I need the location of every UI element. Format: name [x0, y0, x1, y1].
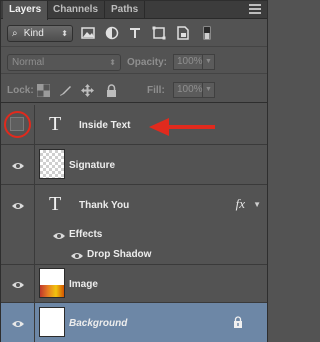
- fill-dropdown-icon[interactable]: ▼: [203, 82, 215, 98]
- visibility-column: [1, 185, 35, 225]
- collapse-effects-icon[interactable]: ▼: [253, 200, 261, 209]
- visibility-column: [1, 225, 35, 245]
- tab-layers[interactable]: Layers: [3, 1, 49, 20]
- layer-row-thank-you[interactable]: T Thank You fx ▼: [1, 185, 267, 225]
- image-filter-icon[interactable]: [81, 26, 95, 40]
- layer-name[interactable]: Signature: [69, 160, 115, 171]
- search-icon: ⌕: [12, 28, 18, 39]
- layer-name[interactable]: Inside Text: [79, 120, 131, 131]
- tab-channels[interactable]: Channels: [47, 1, 106, 19]
- lock-all-icon[interactable]: [105, 84, 118, 97]
- layer-name[interactable]: Thank You: [79, 200, 129, 211]
- eye-icon[interactable]: [12, 201, 24, 209]
- opacity-label: Opacity:: [127, 57, 168, 68]
- fill-label: Fill:: [147, 85, 165, 96]
- eye-icon[interactable]: [12, 161, 24, 169]
- visibility-column: [1, 303, 35, 342]
- effect-name: Drop Shadow: [87, 249, 152, 260]
- eye-icon[interactable]: [12, 319, 24, 327]
- layer-row-image[interactable]: Image: [1, 265, 267, 303]
- blend-row: Normal ⬍ Opacity: 100% ▼: [1, 50, 267, 74]
- eye-icon[interactable]: [12, 280, 24, 288]
- tab-paths[interactable]: Paths: [105, 1, 146, 19]
- layer-thumbnail: [39, 307, 65, 337]
- filter-toggle-icon[interactable]: [203, 26, 211, 40]
- filter-row: ⌕ Kind ⬍: [1, 21, 267, 47]
- blend-mode-select[interactable]: Normal ⬍: [7, 54, 121, 71]
- lock-row: Lock: Fill: 100% ▼: [1, 77, 267, 103]
- lock-label: Lock:: [7, 85, 34, 96]
- lock-position-icon[interactable]: [81, 84, 94, 97]
- type-filter-icon[interactable]: [128, 26, 142, 40]
- layer-row-signature[interactable]: Signature: [1, 145, 267, 185]
- opacity-input[interactable]: 100%: [173, 54, 203, 70]
- adjustment-filter-icon[interactable]: [105, 26, 119, 40]
- layers-panel: Layers Channels Paths ⌕ Kind ⬍ Normal ⬍ …: [0, 0, 268, 342]
- opacity-dropdown-icon[interactable]: ▼: [203, 54, 215, 70]
- effects-label: Effects: [69, 229, 103, 240]
- filter-kind-label: Kind: [23, 28, 44, 39]
- filter-kind-select[interactable]: ⌕ Kind ⬍: [7, 25, 73, 42]
- fx-icon[interactable]: fx: [236, 196, 245, 212]
- panel-tab-bar: Layers Channels Paths: [1, 1, 267, 20]
- layer-row-inside-text[interactable]: T Inside Text: [1, 105, 267, 145]
- blend-mode-value: Normal: [12, 57, 45, 68]
- layer-thumbnail: [39, 149, 65, 179]
- layer-thumbnail: [39, 268, 65, 298]
- layer-name[interactable]: Background: [69, 318, 127, 329]
- fill-input[interactable]: 100%: [173, 82, 203, 98]
- smart-object-filter-icon[interactable]: [176, 26, 190, 40]
- visibility-column: [1, 245, 35, 264]
- layer-row-background[interactable]: Background: [1, 303, 267, 342]
- eye-icon[interactable]: [71, 251, 83, 259]
- panel-menu-icon[interactable]: [249, 4, 261, 16]
- layer-lock-icon: [233, 316, 243, 328]
- visibility-column: [1, 105, 35, 144]
- type-layer-icon: T: [49, 193, 62, 215]
- visibility-column: [1, 265, 35, 302]
- layer-effects-row[interactable]: Effects: [1, 225, 267, 245]
- select-arrows-icon: ⬍: [109, 58, 116, 67]
- lock-transparent-pixels-icon[interactable]: [36, 83, 51, 98]
- layer-name[interactable]: Image: [69, 279, 98, 290]
- eye-icon[interactable]: [53, 231, 65, 239]
- lock-image-pixels-icon[interactable]: [59, 84, 72, 97]
- type-layer-icon: T: [49, 113, 62, 135]
- visibility-column: [1, 145, 35, 184]
- annotation-circle: [4, 111, 31, 138]
- shape-filter-icon[interactable]: [152, 26, 166, 40]
- layer-effect-drop-shadow[interactable]: Drop Shadow: [1, 245, 267, 265]
- annotation-arrow: [149, 117, 215, 137]
- select-arrows-icon: ⬍: [61, 29, 68, 38]
